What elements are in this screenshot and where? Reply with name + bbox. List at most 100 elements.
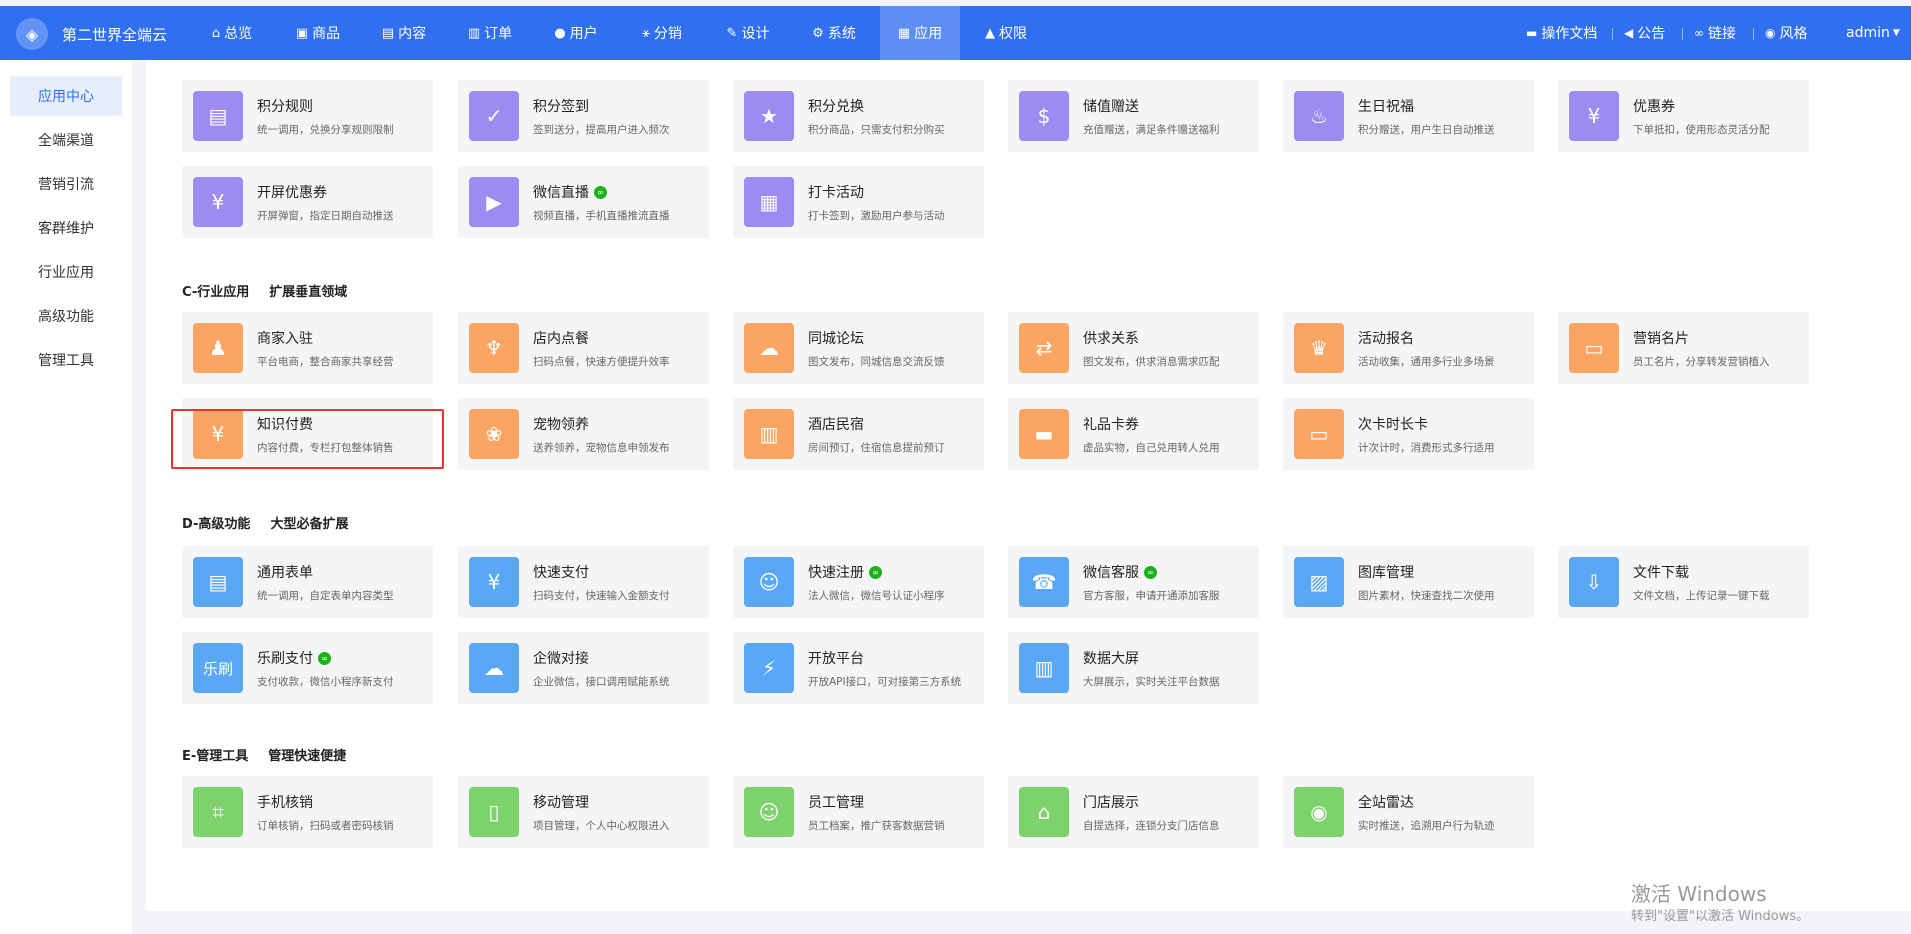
link-icon: ∞	[1694, 26, 1704, 40]
app-card[interactable]: ▬ 礼品卡券 虚品实物，自己兑用转人兑用	[1008, 398, 1259, 470]
sidebar-item-customers[interactable]: 客群维护	[10, 208, 122, 248]
link-badge-icon: ∞	[594, 186, 607, 199]
app-card[interactable]: ▤ 通用表单统一调用，自定表单内容类型	[182, 546, 433, 618]
app-card[interactable]: ▥ 数据大屏 大屏展示，实时关注平台数据	[1008, 632, 1259, 704]
nav-apps[interactable]: ▦ 应用	[880, 6, 960, 60]
nav-content[interactable]: ▤ 内容	[370, 6, 438, 60]
app-card[interactable]: ☎ 微信客服 ∞ 官方客服，申请开通添加客服	[1008, 546, 1259, 618]
app-card-name: 快速支付	[533, 562, 589, 582]
eye-icon: ◉	[1765, 26, 1776, 40]
sidebar-item-tools[interactable]: 管理工具	[10, 340, 122, 380]
nav-users[interactable]: ● 用户	[542, 6, 610, 60]
docs-link[interactable]: ▬ 操作文档	[1526, 6, 1597, 60]
app-card[interactable]: ⇩ 文件下载 文件文档，上传记录一键下载	[1558, 546, 1809, 618]
content-icon: ▤	[381, 25, 395, 41]
app-card[interactable]: ▨ 图库管理 图片素材，快速查找二次使用	[1283, 546, 1534, 618]
nav-distribution[interactable]: ⚹ 分销	[628, 6, 696, 60]
app-card-desc: 打卡签到，激励用户参与活动	[808, 210, 945, 222]
link-badge-icon: ∞	[318, 652, 331, 665]
app-card-title: 酒店民宿	[808, 417, 864, 433]
app-card[interactable]: ▭ 次卡时长卡 计次计时，消费形式多行适用	[1283, 398, 1534, 470]
app-card-title: 图库管理	[1358, 565, 1414, 581]
app-card-name: 全站雷达	[1358, 792, 1414, 812]
app-card-title: 活动报名	[1358, 331, 1414, 347]
app-card-desc: 活动收集，通用多行业多场景	[1358, 356, 1495, 368]
money-bag-icon: $	[1019, 91, 1069, 141]
sidebar-item-channels[interactable]: 全端渠道	[10, 120, 122, 160]
app-card-name: 快速注册 ∞	[808, 562, 882, 582]
link-link[interactable]: ∞ 链接	[1694, 6, 1736, 60]
app-card-name: 通用表单	[257, 562, 313, 582]
app-card[interactable]: ❀ 宠物领养 送养领养，宠物信息申领发布	[458, 398, 709, 470]
app-card[interactable]: ☺ 快速注册 ∞ 法人微信，微信号认证小程序	[733, 546, 984, 618]
app-card-desc: 订单核销，扫码或者密码核销	[257, 820, 394, 832]
home-icon: ⌂	[211, 25, 221, 41]
nav-overview[interactable]: ⌂ 总览	[198, 6, 266, 60]
user-menu[interactable]: admin ▼	[1846, 6, 1900, 60]
scan-icon: ⌗	[193, 787, 243, 837]
app-card[interactable]: ▭ 营销名片 员工名片，分享转发营销植入	[1558, 312, 1809, 384]
app-card[interactable]: ◉ 全站雷达 实时推送，追溯用户行为轨迹	[1283, 776, 1534, 848]
link-badge-icon: ∞	[869, 566, 882, 579]
nav-system[interactable]: ⚙ 系统	[800, 6, 868, 60]
app-card-title: 开屏优惠券	[257, 185, 327, 201]
app-card[interactable]: ✓ 积分签到 签到送分，提高用户进入频次	[458, 80, 709, 152]
app-card-desc: 统一调用，自定表单内容类型	[257, 590, 394, 602]
nav-permissions[interactable]: ▲ 权限	[972, 6, 1040, 60]
form-icon: ▤	[193, 557, 243, 607]
app-card[interactable]: $ 储值赠送充值赠送，满足条件赠送福利	[1008, 80, 1259, 152]
app-card[interactable]: ▦ 打卡活动 打卡签到，激励用户参与活动	[733, 166, 984, 238]
sidebar-item-marketing[interactable]: 营销引流	[10, 164, 122, 204]
app-card[interactable]: ⇄ 供求关系 图文发布，供求消息需求匹配	[1008, 312, 1259, 384]
app-card-name: 员工管理	[808, 792, 864, 812]
app-card[interactable]: ⚡ 开放平台 开放API接口，可对接第三方系统	[733, 632, 984, 704]
app-card[interactable]: ▶ 微信直播 ∞ 视频直播，手机直播推流直播	[458, 166, 709, 238]
app-card-name: 积分兑换	[808, 96, 864, 116]
app-card[interactable]: ¥ 快速支付 扫码支付，快速输入金额支付	[458, 546, 709, 618]
app-card[interactable]: ☺ 员工管理 员工档案，推广获客数据营销	[733, 776, 984, 848]
app-card[interactable]: ¥ 优惠券 下单抵扣，使用形态灵活分配	[1558, 80, 1809, 152]
nav-orders[interactable]: ▥ 订单	[456, 6, 524, 60]
app-card-name: 打卡活动	[808, 182, 864, 202]
app-card[interactable]: ⌗ 手机核销 订单核销，扫码或者密码核销	[182, 776, 433, 848]
brand-logo-icon[interactable]: ◈	[16, 18, 48, 50]
app-card[interactable]: ☁ 同城论坛 图文发布，同城信息交流反馈	[733, 312, 984, 384]
app-card-title: 快速支付	[533, 565, 589, 581]
app-card-title: 储值赠送	[1083, 99, 1139, 115]
app-card[interactable]: ♛ 活动报名 活动收集，通用多行业多场景	[1283, 312, 1534, 384]
app-card[interactable]: ♟ 商家入驻 平台电商，整合商家共享经营	[182, 312, 433, 384]
nav-goods[interactable]: ▣ 商品	[284, 6, 352, 60]
app-card-title: 打卡活动	[808, 185, 864, 201]
headset-icon: ☎	[1019, 557, 1069, 607]
app-card-title: 微信直播	[533, 185, 589, 201]
store-icon: ⌂	[1019, 787, 1069, 837]
app-card[interactable]: 乐刷 乐刷支付 ∞ 支付收款，微信小程序新支付	[182, 632, 433, 704]
lock-icon: ▲	[985, 25, 995, 41]
nav-design[interactable]: ✎ 设计	[714, 6, 782, 60]
app-card-desc: 充值赠送，满足条件赠送福利	[1083, 124, 1220, 136]
dashboard-icon: ▥	[1019, 643, 1069, 693]
app-card[interactable]: ¥ 开屏优惠券 开屏弹窗，指定日期自动推送	[182, 166, 433, 238]
points-rule-icon: ▤	[193, 91, 243, 141]
app-card[interactable]: ★ 积分兑换 积分商品，只需支付积分购买	[733, 80, 984, 152]
notice-link[interactable]: ◀ 公告	[1624, 6, 1665, 60]
app-card[interactable]: ☁ 企微对接 企业微信，接口调用赋能系统	[458, 632, 709, 704]
sidebar-item-advanced[interactable]: 高级功能	[10, 296, 122, 336]
sidebar-item-app-center[interactable]: 应用中心	[10, 76, 122, 116]
app-card[interactable]: ▤ 积分规则 统一调用，兑换分享规则限制	[182, 80, 433, 152]
app-card-title: 数据大屏	[1083, 651, 1139, 667]
app-card-name: 移动管理	[533, 792, 589, 812]
sidebar-item-industry[interactable]: 行业应用	[10, 252, 122, 292]
app-card[interactable]: ♆ 店内点餐 扫码点餐，快速方便提升效率	[458, 312, 709, 384]
app-card-desc: 视频直播，手机直播推流直播	[533, 210, 670, 222]
style-link[interactable]: ◉ 风格	[1765, 6, 1807, 60]
app-card[interactable]: ♨ 生日祝福 积分赠送，用户生日自动推送	[1283, 80, 1534, 152]
app-card[interactable]: ▯ 移动管理 项目管理，个人中心权限进入	[458, 776, 709, 848]
mobile-icon: ▯	[469, 787, 519, 837]
app-card[interactable]: ▥ 酒店民宿 房间预订，住宿信息提前预订	[733, 398, 984, 470]
divider	[1612, 28, 1613, 40]
app-card-name: 图库管理	[1358, 562, 1414, 582]
app-card[interactable]: ⌂ 门店展示 自提选择，连锁分支门店信息	[1008, 776, 1259, 848]
app-card-desc: 图文发布，同城信息交流反馈	[808, 356, 945, 368]
app-card-title: 企微对接	[533, 651, 589, 667]
